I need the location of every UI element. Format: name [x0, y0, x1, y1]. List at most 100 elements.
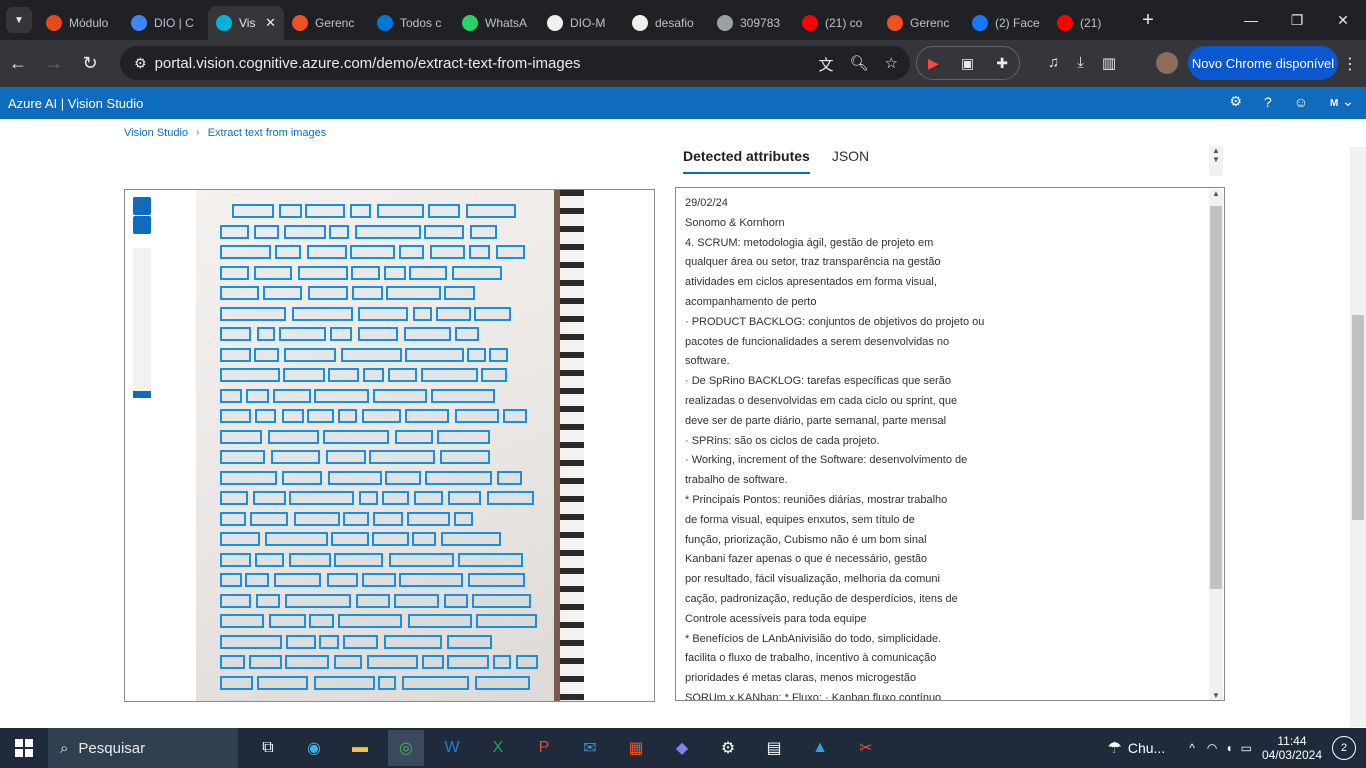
ocr-word-box[interactable]: [271, 450, 320, 464]
ocr-word-box[interactable]: [220, 388, 242, 403]
ocr-word-box[interactable]: [279, 327, 326, 341]
ocr-word-box[interactable]: [407, 511, 450, 526]
detected-line[interactable]: qualquer área ou setor, traz transparênc…: [685, 253, 984, 273]
ocr-word-box[interactable]: [292, 306, 353, 321]
ocr-word-box[interactable]: [352, 286, 383, 300]
ocr-word-box[interactable]: [489, 347, 508, 362]
chrome-icon[interactable]: ◎: [388, 730, 424, 766]
detected-line[interactable]: · De SpRino BACKLOG: tarefas específicas…: [685, 372, 984, 392]
ocr-word-box[interactable]: [447, 655, 489, 669]
ocr-word-box[interactable]: [386, 286, 441, 300]
tab-detected-attributes[interactable]: Detected attributes: [683, 148, 810, 174]
ocr-word-box[interactable]: [408, 614, 472, 628]
ocr-word-box[interactable]: [472, 593, 531, 608]
ocr-word-box[interactable]: [355, 224, 421, 239]
detected-line[interactable]: * Benefícios de LAnbAnivisião do todo, s…: [685, 630, 984, 650]
ocr-word-box[interactable]: [412, 532, 436, 546]
ocr-word-box[interactable]: [220, 265, 249, 280]
zoom-icon[interactable]: 🔍︎: [850, 54, 869, 75]
zoom-out-button[interactable]: [133, 216, 151, 234]
edge-icon[interactable]: ◉: [296, 730, 332, 766]
ocr-word-box[interactable]: [359, 491, 378, 505]
ocr-word-box[interactable]: [487, 491, 534, 505]
ocr-word-box[interactable]: [470, 224, 497, 239]
ocr-word-box[interactable]: [255, 552, 284, 567]
ocr-word-box[interactable]: [326, 450, 366, 464]
task-view-icon[interactable]: ⧉: [250, 730, 286, 766]
ocr-word-box[interactable]: [284, 347, 336, 362]
file-explorer-icon[interactable]: ▬: [342, 730, 378, 766]
detected-line[interactable]: pacotes de funcionalidades a serem desen…: [685, 333, 984, 353]
ocr-word-box[interactable]: [331, 532, 369, 546]
chevron-up-icon[interactable]: ^: [1189, 741, 1195, 755]
ocr-word-box[interactable]: [476, 614, 537, 628]
ocr-word-box[interactable]: [308, 286, 348, 300]
text-panel-scrollbar[interactable]: ▲ ▼: [1209, 189, 1223, 700]
ocr-word-box[interactable]: [246, 388, 269, 403]
detected-line[interactable]: função, priorização, Cubismo não é um bo…: [685, 531, 984, 551]
ocr-word-box[interactable]: [372, 532, 409, 546]
ocr-word-box[interactable]: [369, 450, 435, 464]
ocr-word-box[interactable]: [232, 204, 274, 218]
ocr-word-box[interactable]: [373, 388, 427, 403]
settings-app-icon[interactable]: ⚙: [710, 730, 746, 766]
settings-icon[interactable]: ⚙: [1229, 93, 1242, 110]
kebab-menu-icon[interactable]: ⋮: [1342, 54, 1358, 74]
ocr-word-box[interactable]: [493, 655, 511, 669]
text-panel-scroll-thumb[interactable]: [1210, 206, 1222, 589]
ocr-word-box[interactable]: [481, 368, 507, 382]
detected-line[interactable]: Kanbani fazer apenas o que é necessário,…: [685, 550, 984, 570]
ocr-word-box[interactable]: [405, 409, 449, 423]
ocr-word-box[interactable]: [351, 265, 380, 280]
ocr-word-box[interactable]: [275, 245, 301, 259]
page-scroll-thumb[interactable]: [1352, 315, 1364, 520]
browser-tab[interactable]: DIO | C: [123, 6, 208, 40]
ocr-word-box[interactable]: [220, 573, 242, 587]
ocr-word-box[interactable]: [285, 593, 351, 608]
forward-icon[interactable]: →: [36, 53, 72, 74]
breadcrumb-current-link[interactable]: Extract text from images: [208, 127, 327, 139]
ocr-word-box[interactable]: [356, 593, 390, 608]
ocr-word-box[interactable]: [220, 429, 262, 444]
ocr-word-box[interactable]: [424, 224, 464, 239]
ocr-word-box[interactable]: [220, 655, 245, 669]
zoom-in-button[interactable]: [133, 197, 151, 215]
ocr-word-box[interactable]: [458, 552, 523, 567]
media-icon[interactable]: ♫: [1048, 54, 1059, 72]
ocr-word-box[interactable]: [409, 265, 447, 280]
ocr-word-box[interactable]: [437, 429, 490, 444]
ocr-word-box[interactable]: [254, 347, 279, 362]
tab-json[interactable]: JSON: [832, 148, 869, 174]
ocr-word-box[interactable]: [257, 327, 275, 341]
ocr-word-box[interactable]: [328, 368, 359, 382]
scroll-down-icon[interactable]: ▼: [1209, 691, 1223, 700]
ocr-word-box[interactable]: [422, 655, 444, 669]
ocr-word-box[interactable]: [220, 614, 264, 628]
ocr-word-box[interactable]: [431, 388, 495, 403]
ocr-word-box[interactable]: [455, 409, 499, 423]
address-bar[interactable]: ⚙ portal.vision.cognitive.azure.com/demo…: [120, 46, 910, 80]
translate-icon[interactable]: 文: [818, 54, 833, 75]
ocr-word-box[interactable]: [253, 491, 286, 505]
detected-line[interactable]: deve ser de parte diário, parte semanal,…: [685, 412, 984, 432]
clock[interactable]: 11:44 04/03/2024: [1262, 734, 1322, 762]
ocr-word-box[interactable]: [377, 204, 424, 218]
ocr-word-box[interactable]: [220, 286, 259, 300]
detected-line[interactable]: de forma visual, equipes enxutos, sem tí…: [685, 511, 984, 531]
ocr-word-box[interactable]: [263, 286, 302, 300]
ocr-word-box[interactable]: [373, 511, 403, 526]
ocr-word-box[interactable]: [269, 614, 306, 628]
ocr-word-box[interactable]: [389, 552, 454, 567]
ocr-word-box[interactable]: [384, 634, 442, 649]
ocr-word-box[interactable]: [394, 593, 439, 608]
browser-tab[interactable]: Vis ✕: [208, 6, 284, 40]
ocr-word-box[interactable]: [294, 511, 340, 526]
ocr-word-box[interactable]: [307, 245, 347, 259]
ocr-word-box[interactable]: [220, 409, 251, 423]
ocr-word-box[interactable]: [448, 491, 481, 505]
ocr-word-box[interactable]: [334, 655, 362, 669]
ocr-word-box[interactable]: [323, 429, 389, 444]
ocr-word-box[interactable]: [338, 614, 402, 628]
ocr-word-box[interactable]: [466, 204, 516, 218]
ocr-word-box[interactable]: [220, 552, 251, 567]
